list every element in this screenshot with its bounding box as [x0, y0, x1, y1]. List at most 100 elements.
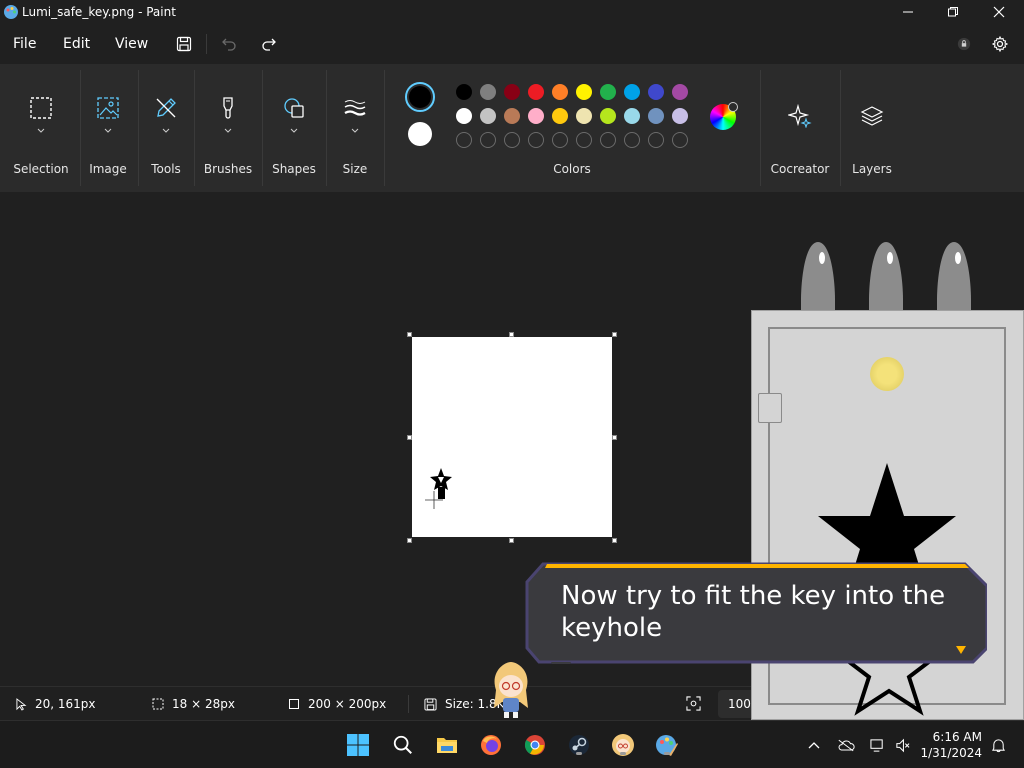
- color-swatch[interactable]: [648, 108, 664, 124]
- game-app-icon[interactable]: [609, 731, 637, 759]
- cocreator-sparkle-icon[interactable]: [786, 102, 814, 130]
- primary-color-swatch: [409, 86, 431, 108]
- size-group[interactable]: Size: [330, 64, 380, 192]
- color-swatch[interactable]: [648, 84, 664, 100]
- brushes-label: Brushes: [203, 162, 253, 176]
- stroke-size-icon[interactable]: [341, 94, 369, 122]
- brush-icon[interactable]: [214, 94, 242, 122]
- primary-color-button[interactable]: [405, 82, 435, 112]
- secondary-color-button[interactable]: [408, 122, 432, 146]
- canvas-size-value: 200 × 200px: [308, 697, 387, 711]
- volume-muted-icon[interactable]: [888, 731, 916, 759]
- color-swatch[interactable]: [456, 84, 472, 100]
- save-icon[interactable]: [172, 32, 196, 56]
- resize-handle[interactable]: [407, 435, 412, 440]
- selection-rectangle-icon[interactable]: [27, 94, 55, 122]
- color-swatch[interactable]: [456, 108, 472, 124]
- resize-handle[interactable]: [407, 332, 412, 337]
- minimize-button[interactable]: [885, 0, 931, 24]
- settings-gear-icon[interactable]: [988, 32, 1012, 56]
- tools-group[interactable]: Tools: [142, 64, 190, 192]
- color-swatch[interactable]: [672, 84, 688, 100]
- chrome-icon[interactable]: [521, 731, 549, 759]
- search-icon[interactable]: [389, 731, 417, 759]
- color-swatch[interactable]: [480, 108, 496, 124]
- fit-to-window-icon[interactable]: [686, 696, 701, 715]
- custom-color-slot[interactable]: [600, 132, 616, 148]
- title-bar: Lumi_safe_key.png - Paint: [0, 0, 1024, 24]
- shapes-group[interactable]: Shapes: [266, 64, 322, 192]
- tools-pencil-icon[interactable]: [152, 94, 180, 122]
- start-windows-icon[interactable]: [344, 731, 372, 759]
- paint-taskbar-icon[interactable]: [653, 731, 681, 759]
- image-group[interactable]: Image: [84, 64, 132, 192]
- resize-handle[interactable]: [612, 435, 617, 440]
- chevron-down-icon[interactable]: [224, 128, 232, 134]
- custom-color-slot[interactable]: [504, 132, 520, 148]
- close-button[interactable]: [976, 0, 1022, 24]
- chevron-down-icon[interactable]: [290, 128, 298, 134]
- custom-color-slot[interactable]: [576, 132, 592, 148]
- shapes-icon[interactable]: [280, 94, 308, 122]
- resize-handle[interactable]: [612, 538, 617, 543]
- menu-view[interactable]: View: [115, 36, 148, 52]
- color-swatch[interactable]: [672, 108, 688, 124]
- drawing-canvas[interactable]: [412, 337, 612, 537]
- system-clock[interactable]: 6:16 AM 1/31/2024: [920, 729, 982, 761]
- menu-file[interactable]: File: [13, 36, 36, 52]
- redo-icon[interactable]: [257, 32, 281, 56]
- onedrive-cloud-icon[interactable]: [832, 731, 860, 759]
- show-hidden-icons-chevron-icon[interactable]: [800, 731, 828, 759]
- custom-color-slot[interactable]: [552, 132, 568, 148]
- color-swatch[interactable]: [624, 84, 640, 100]
- cocreator-group[interactable]: Cocreator: [764, 64, 836, 192]
- color-swatch[interactable]: [504, 108, 520, 124]
- color-swatch[interactable]: [480, 84, 496, 100]
- color-swatch[interactable]: [504, 84, 520, 100]
- dialog-box[interactable]: Now try to fit the key into the keyhole: [525, 562, 987, 664]
- account-icon[interactable]: [952, 32, 976, 56]
- layers-icon[interactable]: [858, 102, 886, 130]
- network-icon[interactable]: [863, 731, 891, 759]
- restore-button[interactable]: [930, 0, 976, 24]
- color-swatch[interactable]: [552, 84, 568, 100]
- resize-handle[interactable]: [509, 538, 514, 543]
- custom-color-slot[interactable]: [480, 132, 496, 148]
- window-title: Lumi_safe_key.png - Paint: [22, 5, 176, 19]
- color-swatch[interactable]: [600, 108, 616, 124]
- color-swatch[interactable]: [576, 108, 592, 124]
- custom-color-slot[interactable]: [672, 132, 688, 148]
- custom-color-slot[interactable]: [528, 132, 544, 148]
- dialog-continue-arrow-icon[interactable]: [956, 646, 966, 654]
- undo-icon[interactable]: [217, 32, 241, 56]
- color-swatch[interactable]: [552, 108, 568, 124]
- notifications-icon[interactable]: [984, 731, 1012, 759]
- menu-edit[interactable]: Edit: [63, 36, 90, 52]
- ribbon-toolbar: Selection Image Tools Brushes Shapes Siz…: [0, 64, 1024, 192]
- chevron-down-icon[interactable]: [162, 128, 170, 134]
- color-swatch[interactable]: [600, 84, 616, 100]
- chevron-down-icon[interactable]: [104, 128, 112, 134]
- color-swatch[interactable]: [576, 84, 592, 100]
- color-swatch[interactable]: [624, 108, 640, 124]
- resize-handle[interactable]: [407, 538, 412, 543]
- selection-group[interactable]: Selection: [8, 64, 74, 192]
- file-explorer-icon[interactable]: [433, 731, 461, 759]
- color-swatch[interactable]: [528, 108, 544, 124]
- edit-colors-wheel-icon[interactable]: [710, 102, 738, 130]
- custom-color-slot[interactable]: [456, 132, 472, 148]
- steam-icon[interactable]: [565, 731, 593, 759]
- chevron-down-icon[interactable]: [37, 128, 45, 134]
- custom-color-slot[interactable]: [648, 132, 664, 148]
- color-swatch[interactable]: [528, 84, 544, 100]
- layers-group[interactable]: Layers: [844, 64, 900, 192]
- chevron-down-icon[interactable]: [351, 128, 359, 134]
- brushes-group[interactable]: Brushes: [198, 64, 258, 192]
- resize-handle[interactable]: [612, 332, 617, 337]
- bulb-decoration: [937, 240, 971, 312]
- firefox-icon[interactable]: [477, 731, 505, 759]
- selection-size-icon: [152, 698, 164, 710]
- custom-color-slot[interactable]: [624, 132, 640, 148]
- image-icon[interactable]: [94, 94, 122, 122]
- resize-handle[interactable]: [509, 332, 514, 337]
